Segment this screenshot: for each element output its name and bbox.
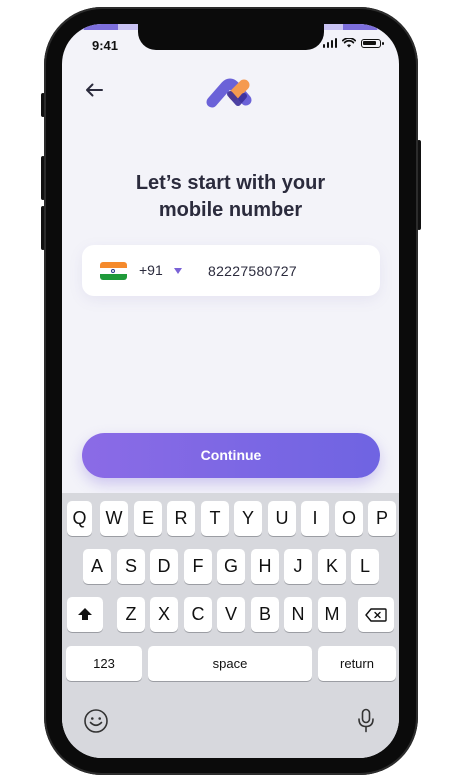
phone-screen: 9:41 Let’s start with your mobile number…: [62, 24, 399, 758]
key-r[interactable]: R: [167, 501, 195, 536]
key-p[interactable]: P: [368, 501, 396, 536]
key-i[interactable]: I: [301, 501, 329, 536]
key-s[interactable]: S: [117, 549, 145, 584]
key-v[interactable]: V: [217, 597, 245, 632]
page-title-line-2: mobile number: [158, 199, 303, 221]
key-e[interactable]: E: [134, 501, 162, 536]
key-k[interactable]: K: [318, 549, 346, 584]
country-code[interactable]: +91: [139, 262, 163, 278]
key-m[interactable]: M: [318, 597, 346, 632]
key-x[interactable]: X: [150, 597, 178, 632]
key-d[interactable]: D: [150, 549, 178, 584]
key-a[interactable]: A: [83, 549, 111, 584]
key-c[interactable]: C: [184, 597, 212, 632]
shift-icon: [78, 608, 92, 620]
brand-logo: [206, 78, 252, 108]
chevron-down-icon[interactable]: [174, 268, 182, 274]
numbers-key[interactable]: 123: [66, 646, 142, 681]
wifi-icon: [342, 38, 356, 48]
status-icons: [322, 38, 384, 48]
page-title: Let’s start with your mobile number: [62, 170, 399, 224]
key-g[interactable]: G: [217, 549, 245, 584]
key-f[interactable]: F: [184, 549, 212, 584]
shift-key[interactable]: [67, 597, 103, 632]
keyboard: Q W E R T Y U I O P A S D F G H J K L Z …: [62, 493, 399, 758]
delete-key[interactable]: [358, 597, 394, 632]
key-q[interactable]: Q: [67, 501, 92, 536]
key-l[interactable]: L: [351, 549, 379, 584]
key-h[interactable]: H: [251, 549, 279, 584]
key-t[interactable]: T: [201, 501, 229, 536]
key-y[interactable]: Y: [234, 501, 262, 536]
mobile-number-input[interactable]: [208, 260, 358, 282]
key-u[interactable]: U: [268, 501, 296, 536]
return-key[interactable]: return: [318, 646, 396, 681]
status-time: 9:41: [92, 38, 119, 53]
back-button[interactable]: [82, 79, 106, 101]
key-b[interactable]: B: [251, 597, 279, 632]
arrow-left-icon: [86, 83, 103, 97]
key-j[interactable]: J: [284, 549, 312, 584]
key-n[interactable]: N: [284, 597, 312, 632]
space-key[interactable]: space: [148, 646, 312, 681]
microphone-icon[interactable]: [357, 708, 375, 734]
page-title-line-1: Let’s start with your: [135, 172, 326, 194]
battery-icon: [361, 38, 384, 48]
india-flag-icon[interactable]: [100, 262, 127, 280]
notch: [138, 24, 324, 50]
emoji-icon[interactable]: [83, 708, 109, 734]
key-w[interactable]: W: [100, 501, 128, 536]
backspace-icon: [365, 608, 387, 622]
continue-button[interactable]: Continue: [82, 433, 380, 478]
key-o[interactable]: O: [335, 501, 363, 536]
signal-icon: [322, 38, 337, 48]
key-z[interactable]: Z: [117, 597, 145, 632]
phone-number-field: +91: [82, 245, 380, 296]
